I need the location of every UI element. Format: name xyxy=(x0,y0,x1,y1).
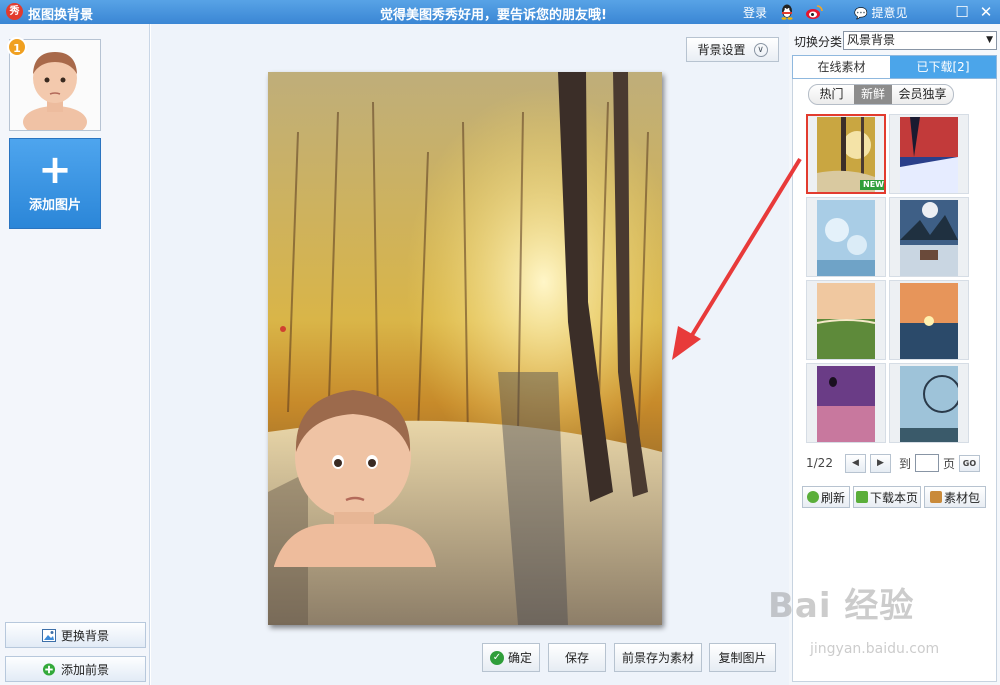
filter-tabs: 热门 新鲜 会员独享 xyxy=(808,84,954,105)
feedback-label: 提意见 xyxy=(871,6,908,20)
background-settings-button[interactable]: 背景设置 ∨ xyxy=(686,37,779,62)
image-count-badge: 1 xyxy=(7,37,27,57)
prev-page-button[interactable]: ◀ xyxy=(844,453,866,473)
download-page-label: 下载本页 xyxy=(869,490,918,505)
refresh-icon xyxy=(806,491,819,503)
change-background-button[interactable]: 更换背景 xyxy=(5,622,146,648)
new-tag: NEW xyxy=(860,180,884,190)
save-foreground-button[interactable]: 前景存为素材 xyxy=(614,643,702,672)
category-select[interactable]: 风景背景 ▼ xyxy=(843,31,997,50)
material-green-valley[interactable] xyxy=(806,280,886,360)
page-info: 1/22 xyxy=(806,456,833,470)
material-winter-sunset[interactable] xyxy=(889,114,969,194)
picture-icon xyxy=(41,628,56,642)
add-foreground-label: 添加前景 xyxy=(60,662,109,677)
material-pack-label: 素材包 xyxy=(943,490,980,505)
background-settings-label: 背景设置 xyxy=(697,43,746,57)
check-icon: ✓ xyxy=(489,650,504,665)
dropdown-arrow-icon: ▼ xyxy=(986,35,993,45)
slogan-link[interactable]: 觉得美图秀秀好用，要告诉您的朋友哦! xyxy=(380,4,607,23)
green-valley-thumbnail xyxy=(817,283,875,359)
category-label: 切换分类 xyxy=(794,35,843,49)
material-balloon-dusk[interactable] xyxy=(806,363,886,443)
material-sea-sunset[interactable] xyxy=(889,280,969,360)
add-image-button[interactable]: + 添加图片 xyxy=(9,138,101,229)
go-button[interactable]: GO xyxy=(958,454,980,472)
close-button[interactable]: ✕ xyxy=(976,2,996,22)
baidu-watermark: Bai 经验 xyxy=(768,586,915,626)
material-pack-button[interactable]: 素材包 xyxy=(924,486,986,508)
winter-sunset-thumbnail xyxy=(900,117,958,193)
app-title: 抠图换背景 xyxy=(28,8,94,23)
snow-cabin-thumbnail xyxy=(900,200,958,276)
material-snow-cabin[interactable] xyxy=(889,197,969,277)
ferris-wheel-thumbnail xyxy=(900,366,958,442)
tab-online-materials[interactable]: 在线素材 xyxy=(793,56,890,78)
copy-image-button[interactable]: 复制图片 xyxy=(709,643,776,672)
title-bar: 秀 抠图换背景 觉得美图秀秀好用，要告诉您的朋友哦! 登录 💬 提意见 ☐ ✕ xyxy=(0,0,1000,24)
weibo-icon[interactable] xyxy=(805,4,823,20)
add-foreground-button[interactable]: 添加前景 xyxy=(5,656,146,682)
filter-vip[interactable]: 会员独享 xyxy=(892,85,953,104)
material-forest-sunlight[interactable]: NEW xyxy=(806,114,886,194)
feedback-link[interactable]: 💬 提意见 xyxy=(854,4,908,21)
pagination: 1/22 ◀ ▶ 到 页 GO xyxy=(806,453,980,473)
material-ferris-wheel[interactable] xyxy=(889,363,969,443)
download-icon xyxy=(855,491,868,503)
editing-canvas[interactable] xyxy=(268,72,662,625)
chat-icon: 💬 xyxy=(854,7,868,20)
green-plus-icon xyxy=(42,662,56,676)
material-snow-trees[interactable] xyxy=(806,197,886,277)
baidu-watermark-url: jingyan.baidu.com xyxy=(810,641,940,657)
app-logo-icon: 秀 xyxy=(6,3,23,20)
filter-hot[interactable]: 热门 xyxy=(809,85,854,104)
confirm-button[interactable]: ✓ 确定 xyxy=(482,643,540,672)
chevron-down-icon: ∨ xyxy=(753,42,768,57)
filter-new[interactable]: 新鲜 xyxy=(854,85,892,104)
package-icon xyxy=(929,491,942,503)
snow-trees-thumbnail xyxy=(817,200,875,276)
material-grid: NEW xyxy=(806,114,974,447)
change-background-label: 更换背景 xyxy=(60,628,109,643)
balloon-dusk-thumbnail xyxy=(817,366,875,442)
canvas-area: 背景设置 ∨ ✓ 确定 保存 前景存为素材 复制图片 xyxy=(151,24,789,685)
sea-sunset-thumbnail xyxy=(900,283,958,359)
refresh-label: 刷新 xyxy=(820,490,845,505)
category-value: 风景背景 xyxy=(847,33,896,47)
restore-button[interactable]: ☐ xyxy=(952,2,972,22)
save-button[interactable]: 保存 xyxy=(548,643,606,672)
page-number-input[interactable] xyxy=(914,454,939,472)
plus-icon: + xyxy=(38,147,72,193)
qq-icon[interactable] xyxy=(779,3,795,20)
material-tabs: 在线素材 已下载[2] xyxy=(792,55,997,79)
next-page-button[interactable]: ▶ xyxy=(869,453,891,473)
refresh-button[interactable]: 刷新 xyxy=(802,486,850,508)
tab-downloaded[interactable]: 已下载[2] xyxy=(890,56,996,78)
left-panel: 1 + 添加图片 更换背景 添加前景 xyxy=(0,24,150,685)
add-image-label: 添加图片 xyxy=(28,198,81,213)
confirm-label: 确定 xyxy=(507,651,532,665)
composite-photo xyxy=(268,72,662,625)
page-unit-label: 页 xyxy=(942,456,955,471)
login-link[interactable]: 登录 xyxy=(743,4,767,21)
download-page-button[interactable]: 下载本页 xyxy=(853,486,921,508)
goto-label: 到 xyxy=(898,456,911,471)
